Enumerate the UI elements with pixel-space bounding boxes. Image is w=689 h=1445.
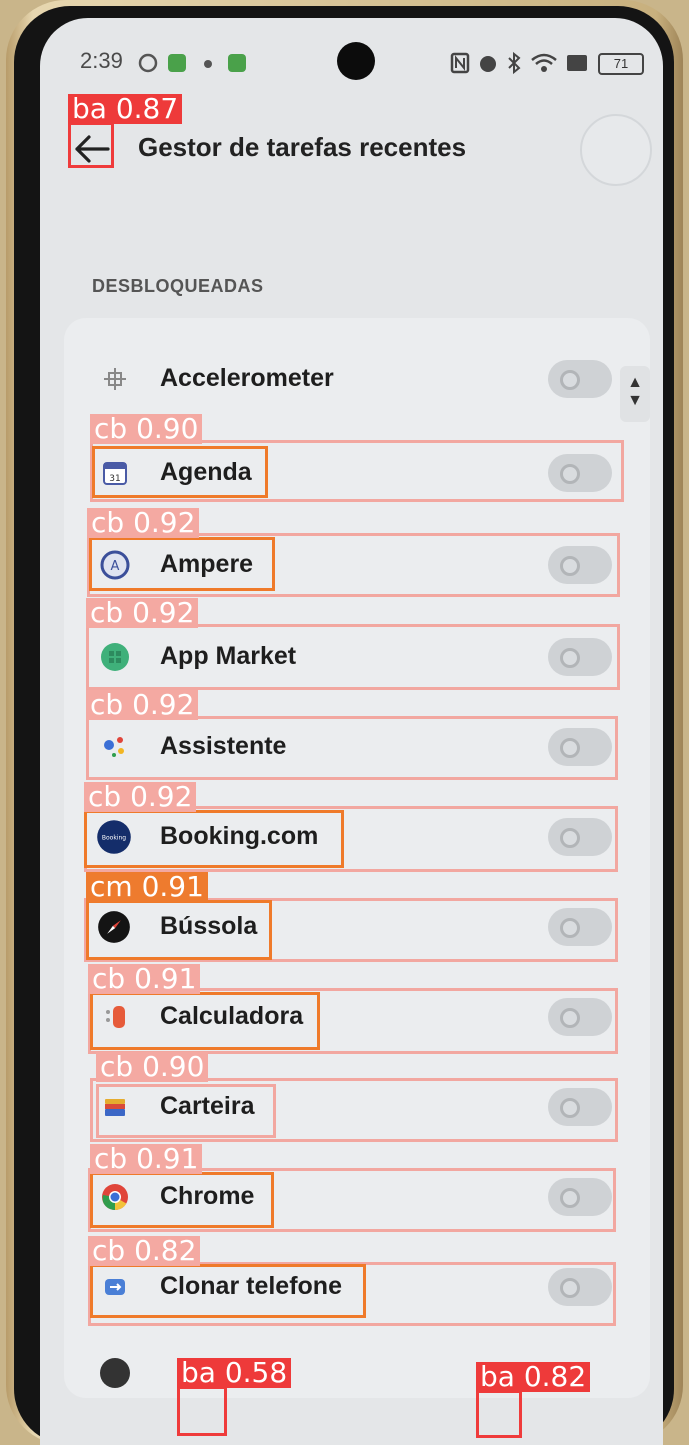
- detection-box: [68, 122, 114, 168]
- detection-tag: cb 0.91: [88, 964, 201, 994]
- detection-tag: cb 0.90: [90, 414, 203, 444]
- accelerometer-icon: [104, 368, 126, 390]
- scroll-handle[interactable]: ▲ ▼: [620, 366, 650, 422]
- detection-tag: cb 0.92: [87, 508, 200, 538]
- lock-toggle[interactable]: [548, 360, 612, 398]
- detection-box: [177, 1386, 227, 1436]
- detection-box: [476, 1390, 522, 1438]
- alarm-icon: [480, 56, 496, 72]
- detection-tag: ba 0.87: [68, 94, 183, 124]
- battery-icon: 71: [598, 53, 644, 75]
- section-title: DESBLOQUEADAS: [92, 276, 264, 296]
- screen-record-icon: [567, 55, 587, 71]
- detection-box: [84, 810, 344, 868]
- detection-tag: cb 0.91: [90, 1144, 203, 1174]
- page-title: Gestor de tarefas recentes: [138, 132, 467, 162]
- detection-tag: ba 0.82: [476, 1362, 591, 1392]
- detection-tag: ba 0.58: [177, 1358, 292, 1388]
- detection-tag: cm 0.91: [86, 872, 208, 902]
- partial-app-icon: [100, 1358, 130, 1388]
- bluetooth-icon: [508, 51, 521, 75]
- header-avatar-circle: [580, 114, 652, 186]
- list-item[interactable]: Accelerometer: [64, 350, 650, 410]
- toggle-knob: [560, 370, 580, 390]
- detection-box: [86, 716, 618, 780]
- detection-box: [90, 1172, 274, 1228]
- detection-box: [89, 537, 275, 591]
- detection-box: [90, 992, 320, 1050]
- detection-box: [86, 900, 272, 960]
- detection-tag: cb 0.92: [86, 690, 199, 720]
- detection-box: [90, 1264, 366, 1318]
- status-time: 2:39: [80, 48, 123, 73]
- detection-tag: cb 0.90: [96, 1052, 209, 1082]
- detection-box: [92, 446, 268, 498]
- front-camera: [337, 42, 375, 80]
- detection-tag: cb 0.82: [88, 1236, 201, 1266]
- detection-box: [86, 624, 620, 690]
- app-label: Accelerometer: [160, 364, 334, 392]
- detection-box: [96, 1084, 276, 1138]
- wifi-icon: [531, 53, 557, 72]
- nfc-icon: [450, 52, 470, 74]
- detection-tag: cb 0.92: [84, 782, 197, 812]
- detection-tag: cb 0.92: [86, 598, 199, 628]
- status-notification-icons: [138, 53, 246, 73]
